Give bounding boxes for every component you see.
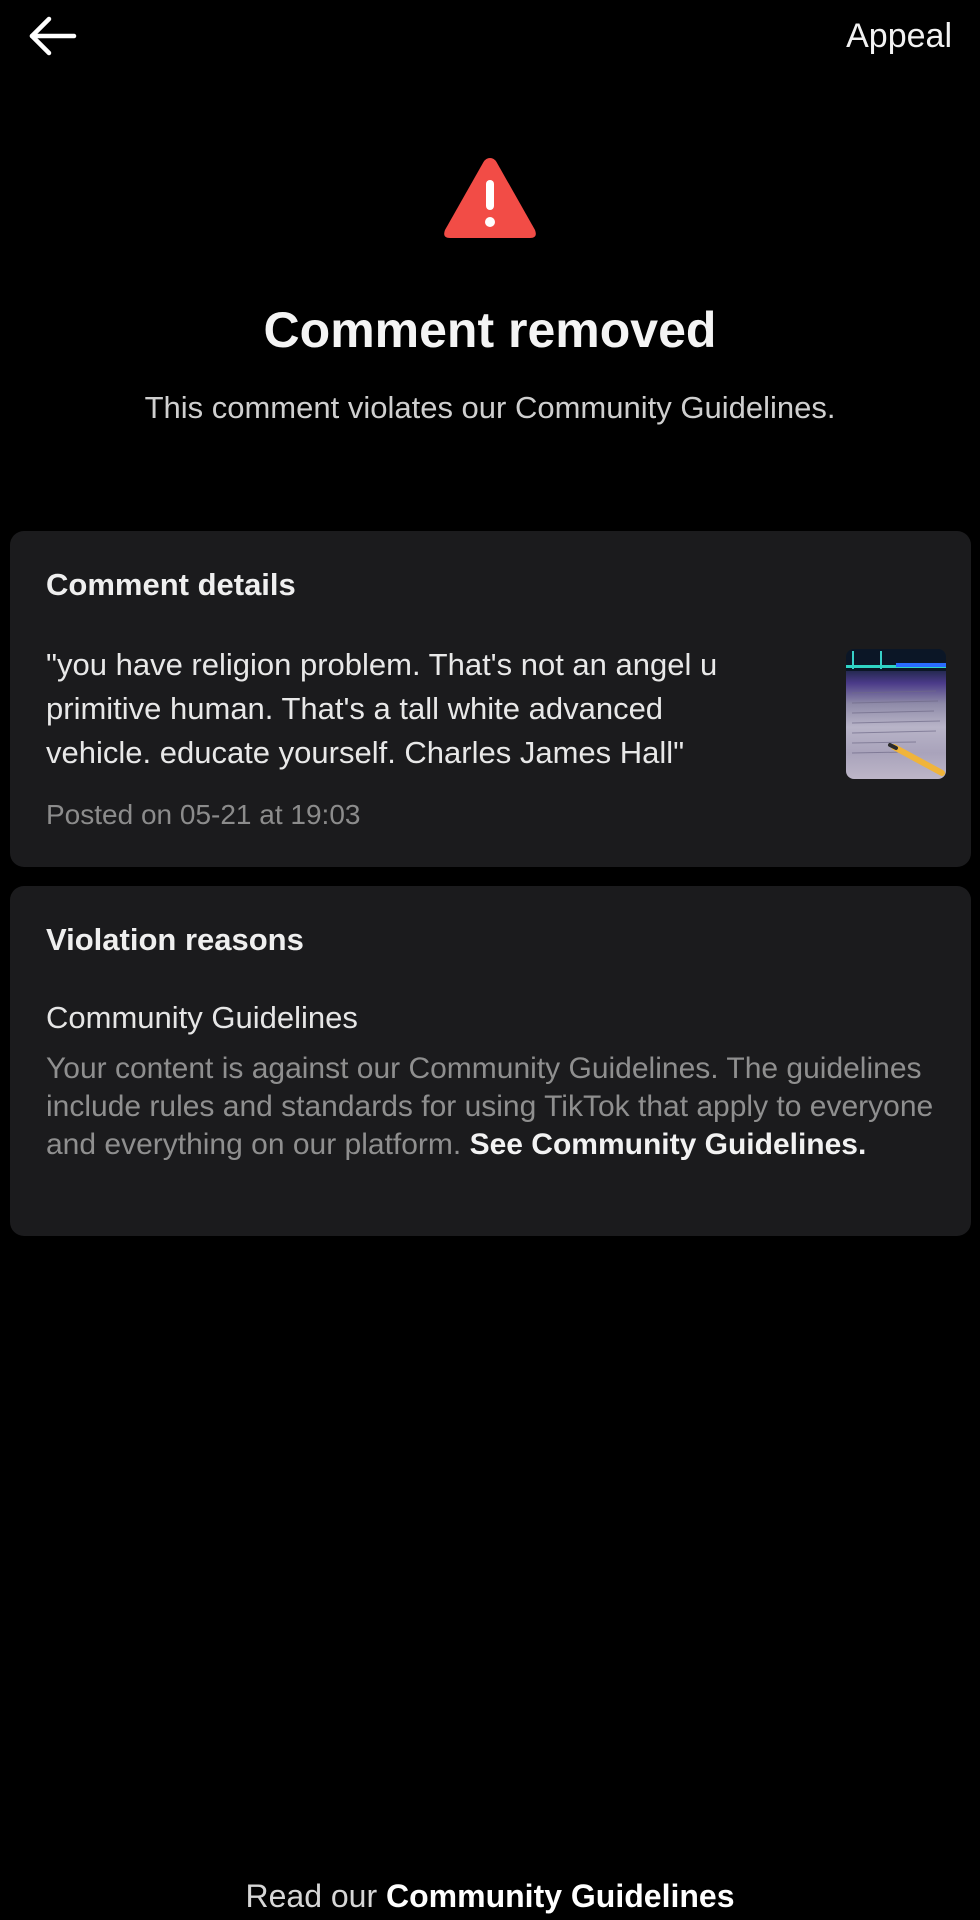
comment-row: "you have religion problem. That's not a… xyxy=(46,643,946,779)
footer: Read our Community Guidelines xyxy=(0,1876,980,1916)
violation-reasons-card: Violation reasons Community Guidelines Y… xyxy=(10,886,971,1236)
thumbnail-image xyxy=(846,649,946,776)
top-bar: Appeal xyxy=(0,0,980,72)
violation-reasons-heading: Violation reasons xyxy=(46,922,304,957)
reason-description: Your content is against our Community Gu… xyxy=(46,1050,935,1164)
arrow-left-icon xyxy=(29,16,77,56)
comment-text: "you have religion problem. That's not a… xyxy=(46,647,718,770)
footer-prefix: Read our xyxy=(245,1878,387,1914)
page-title: Comment removed xyxy=(263,302,717,358)
reason-title: Community Guidelines xyxy=(46,1000,358,1035)
see-community-guidelines-link[interactable]: See Community Guidelines. xyxy=(470,1128,867,1161)
page-subtitle: This comment violates our Community Guid… xyxy=(144,390,836,425)
comment-details-card: Comment details "you have religion probl… xyxy=(10,531,971,867)
video-thumbnail[interactable] xyxy=(846,649,946,779)
posted-timestamp: Posted on 05-21 at 19:03 xyxy=(46,799,361,830)
back-button[interactable] xyxy=(26,14,80,58)
warning-triangle-icon xyxy=(444,158,536,238)
comment-details-heading: Comment details xyxy=(46,567,296,602)
removal-notice: Comment removed This comment violates ou… xyxy=(0,152,980,428)
community-guidelines-link[interactable]: Community Guidelines xyxy=(386,1878,734,1914)
appeal-button[interactable]: Appeal xyxy=(846,14,952,58)
